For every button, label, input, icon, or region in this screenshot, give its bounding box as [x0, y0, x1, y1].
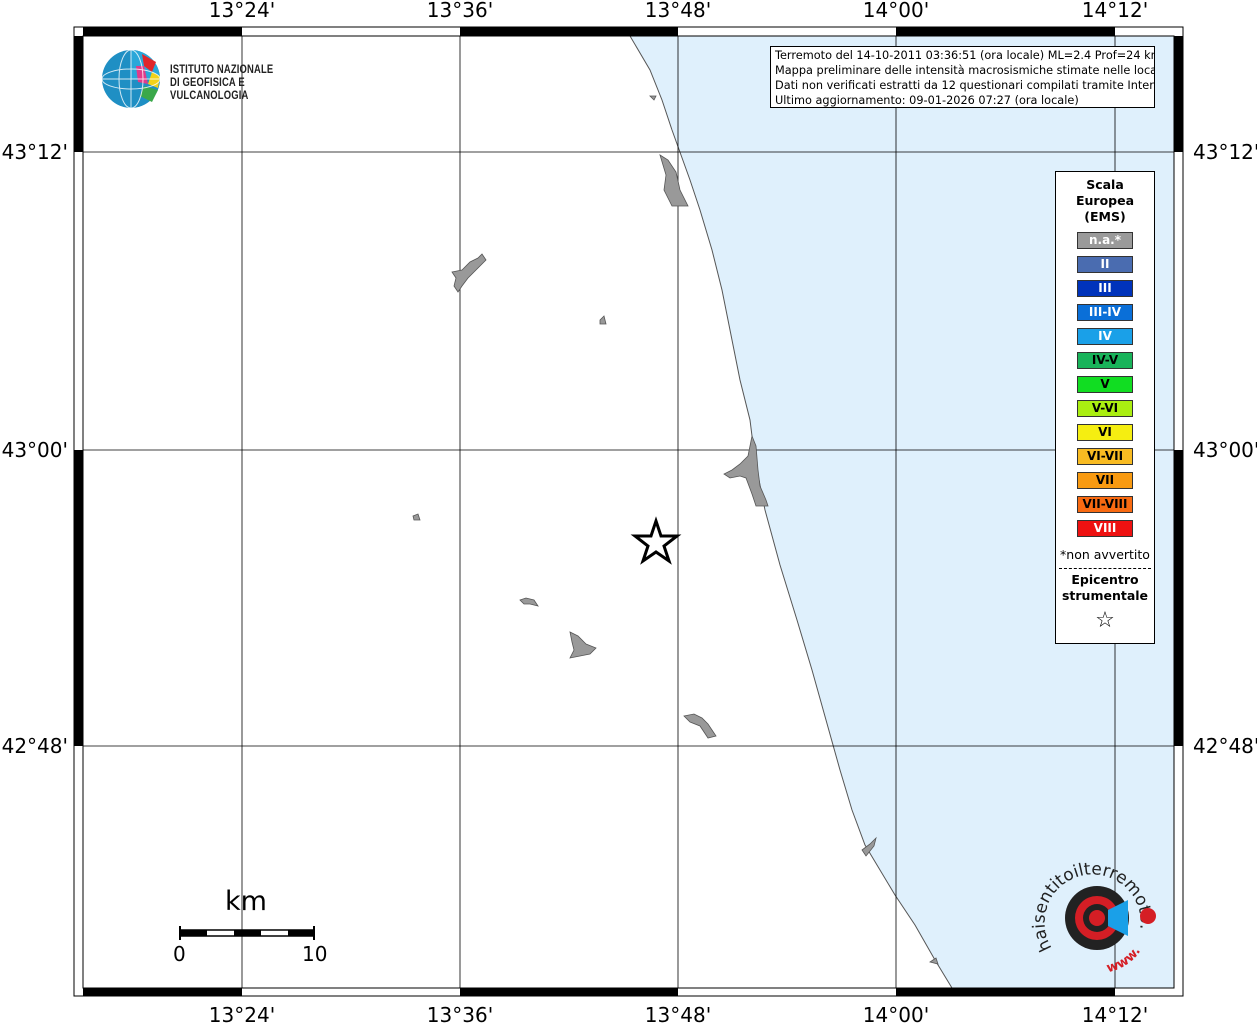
lon-label: 13°36': [427, 0, 493, 22]
legend-epicenter-label: Epicentro strumentale: [1056, 572, 1154, 604]
scale-start: 0: [173, 942, 186, 966]
lat-label: 43°12': [2, 140, 68, 164]
lat-label: 42°48': [2, 734, 68, 758]
legend-swatch: V: [1077, 376, 1133, 393]
event-info-line1: Terremoto del 14-10-2011 03:36:51 (ora l…: [775, 49, 1155, 62]
legend-swatch: III-IV: [1077, 304, 1133, 321]
ingv-name-line2: DI GEOFISICA E VULCANOLOGIA: [170, 77, 249, 102]
lon-label: 14°00': [863, 0, 929, 22]
scale-end: 10: [302, 942, 328, 966]
legend-swatches: n.a.* II III III-IV IV IV-V V V-VI VI VI-VII VII VI…: [1056, 232, 1154, 537]
svg-text:www.: www.: [1105, 944, 1144, 976]
legend-star-icon: ☆: [1095, 608, 1115, 633]
lat-label: 43°00': [2, 438, 68, 462]
lon-labels-bottom: 13°24' 13°36' 13°48' 14°00' 14°12': [209, 1003, 1148, 1024]
legend-swatch: IV: [1077, 328, 1133, 345]
legend-swatch: III: [1077, 280, 1133, 297]
legend-swatch: VI: [1077, 424, 1133, 441]
lon-label: 13°48': [645, 1003, 711, 1024]
legend-epicenter-line2: strumentale: [1061, 588, 1149, 603]
legend-swatch: VI-VII: [1077, 448, 1133, 465]
ems-legend: Scala Europea (EMS) n.a.* II III III-IV IV IV…: [1055, 171, 1155, 644]
lat-labels-left: 43°12' 43°00' 42°48': [2, 140, 68, 758]
legend-title-line2: Europea: [1075, 193, 1135, 208]
epicenter-star: [630, 516, 682, 565]
ingv-name: ISTITUTO NAZIONALE DI GEOFISICA E VULCAN…: [170, 64, 289, 103]
legend-title-line3: (EMS): [1084, 209, 1126, 224]
event-info-line3: Dati non verificati estratti da 12 quest…: [775, 79, 1155, 92]
hst-logo: haisentitoilterremoto.it www.: [1027, 845, 1170, 980]
legend-swatch: VII: [1077, 472, 1133, 489]
lon-label: 13°24': [209, 1003, 275, 1024]
legend-title-line1: Scala: [1086, 177, 1124, 192]
event-info-box: Terremoto del 14-10-2011 03:36:51 (ora l…: [770, 46, 1155, 108]
scale-unit: km: [225, 886, 267, 917]
hst-logo-graphic: haisentitoilterremoto.it www.: [1027, 845, 1156, 976]
lon-label: 14°12': [1082, 0, 1148, 22]
lat-label: 43°12': [1193, 140, 1257, 164]
lon-labels-top: 13°24' 13°36' 13°48' 14°00' 14°12': [209, 0, 1148, 22]
legend-swatch: IV-V: [1077, 352, 1133, 369]
legend-swatch: II: [1077, 256, 1133, 273]
lat-label: 42°48': [1193, 734, 1257, 758]
event-info-line2: Mappa preliminare delle intensità macros…: [775, 64, 1155, 77]
legend-swatch: V-VI: [1077, 400, 1133, 417]
lon-label: 14°00': [863, 1003, 929, 1024]
legend-note: *non avvertito: [1060, 547, 1150, 562]
legend-separator: [1059, 568, 1151, 569]
ingv-name-line1: ISTITUTO NAZIONALE: [170, 64, 274, 76]
globe-icon: [101, 49, 161, 109]
legend-epicenter-line1: Epicentro: [1071, 572, 1139, 587]
legend-title: Scala Europea (EMS): [1056, 177, 1154, 225]
lon-label: 13°48': [645, 0, 711, 22]
scale-bar: [179, 926, 315, 940]
ingv-logo: ISTITUTO NAZIONALE DI GEOFISICA E VULCAN…: [100, 48, 315, 110]
lat-label: 43°00': [1193, 438, 1257, 462]
event-info-line4: Ultimo aggiornamento: 09-01-2026 07:27 (…: [775, 94, 1079, 107]
legend-swatch: n.a.*: [1077, 232, 1133, 249]
lon-label: 13°24': [209, 0, 275, 22]
legend-swatch: VII-VIII: [1077, 496, 1133, 513]
hst-logo-url: www.: [1105, 944, 1144, 976]
lat-labels-right: 43°12' 43°00' 42°48': [1193, 140, 1257, 758]
lon-label: 14°12': [1082, 1003, 1148, 1024]
legend-swatch: VIII: [1077, 520, 1133, 537]
lon-label: 13°36': [427, 1003, 493, 1024]
